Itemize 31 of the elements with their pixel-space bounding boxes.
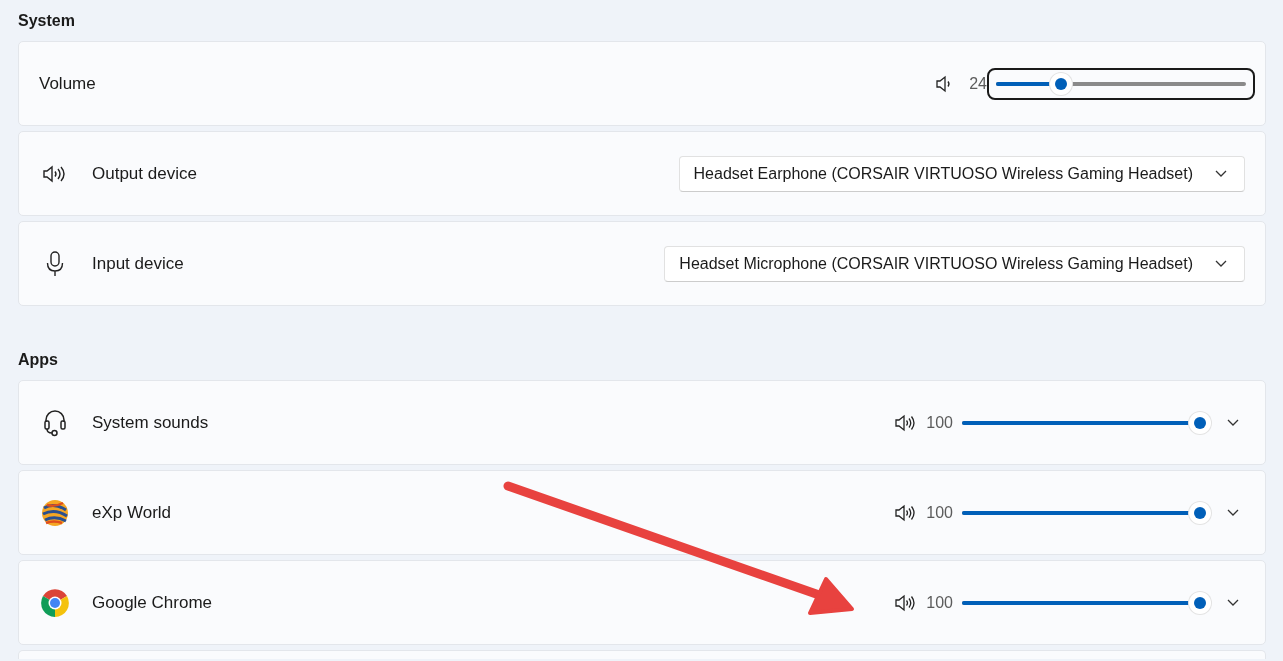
globe-icon	[41, 498, 69, 527]
setting-label: System sounds	[92, 412, 210, 433]
chevron-down-icon	[1227, 418, 1239, 427]
slider-thumb[interactable]	[1050, 72, 1072, 95]
slider-thumb[interactable]	[1189, 591, 1211, 614]
section-title: Apps	[18, 350, 59, 370]
setting-label: eXp World	[92, 502, 173, 523]
chevron-down-icon	[1227, 598, 1239, 607]
speaker-icon	[42, 163, 68, 184]
chevron-down-icon	[1215, 259, 1227, 268]
slider-thumb[interactable]	[1189, 501, 1211, 524]
volume-reading: 100	[926, 593, 953, 612]
volume-reading: 100	[926, 413, 953, 432]
volume-reading: 24	[969, 74, 987, 93]
setting-label: Google Chrome	[92, 592, 213, 613]
speaker-icon	[894, 593, 917, 612]
microphone-icon	[46, 250, 64, 277]
chrome-icon	[40, 587, 70, 618]
setting-label: Volume	[39, 73, 97, 94]
chevron-down-icon	[1227, 508, 1239, 517]
section-title: System	[18, 11, 76, 31]
device-dropdown[interactable]: Headset Earphone (CORSAIR VIRTUOSO Wireless Gaming Headset)	[678, 155, 1245, 192]
speaker-icon	[894, 503, 917, 522]
chevron-down-icon	[1215, 169, 1227, 178]
setting-label: Input device	[92, 253, 185, 274]
slider-thumb[interactable]	[1189, 411, 1211, 434]
device-dropdown[interactable]: Headset Microphone (CORSAIR VIRTUOSO Wireless Gaming Headset)	[664, 245, 1245, 282]
speaker-icon	[894, 413, 917, 432]
volume-reading: 100	[926, 503, 953, 522]
headset-icon	[43, 408, 67, 437]
setting-label: Output device	[92, 163, 198, 184]
